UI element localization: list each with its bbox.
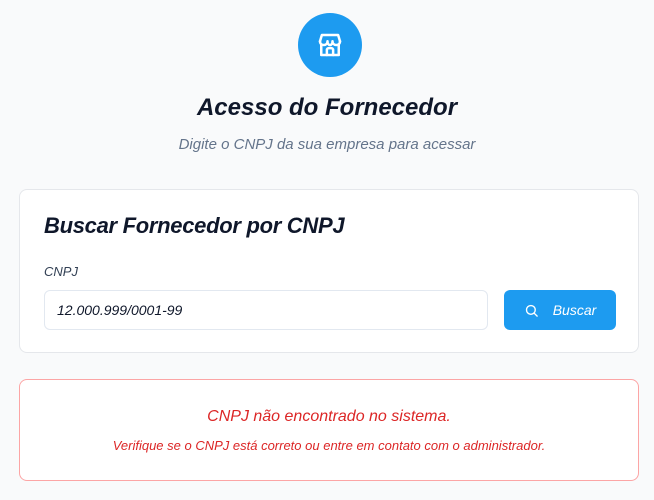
card-title: Buscar Fornecedor por CNPJ xyxy=(44,213,345,238)
page-subtitle: Digite o CNPJ da sua empresa para acessa… xyxy=(178,136,476,153)
error-detail: Verifique se o CNPJ está correto ou entr… xyxy=(112,438,546,453)
search-button-label: Buscar xyxy=(552,302,597,318)
store-icon xyxy=(318,33,342,57)
supplier-access-page: Acesso do Fornecedor Digite o CNPJ da su… xyxy=(0,0,654,500)
cnpj-input[interactable] xyxy=(44,290,488,330)
error-title: CNPJ não encontrado no sistema. xyxy=(207,408,451,425)
page-title: Acesso do Fornecedor xyxy=(196,94,458,121)
search-button[interactable]: Buscar xyxy=(504,290,616,330)
error-alert: CNPJ não encontrado no sistema. Verifiqu… xyxy=(19,379,639,481)
search-supplier-card: Buscar Fornecedor por CNPJ CNPJ Buscar xyxy=(19,189,639,353)
cnpj-label: CNPJ xyxy=(44,264,78,279)
store-logo-badge xyxy=(298,13,362,77)
search-icon xyxy=(525,304,538,317)
